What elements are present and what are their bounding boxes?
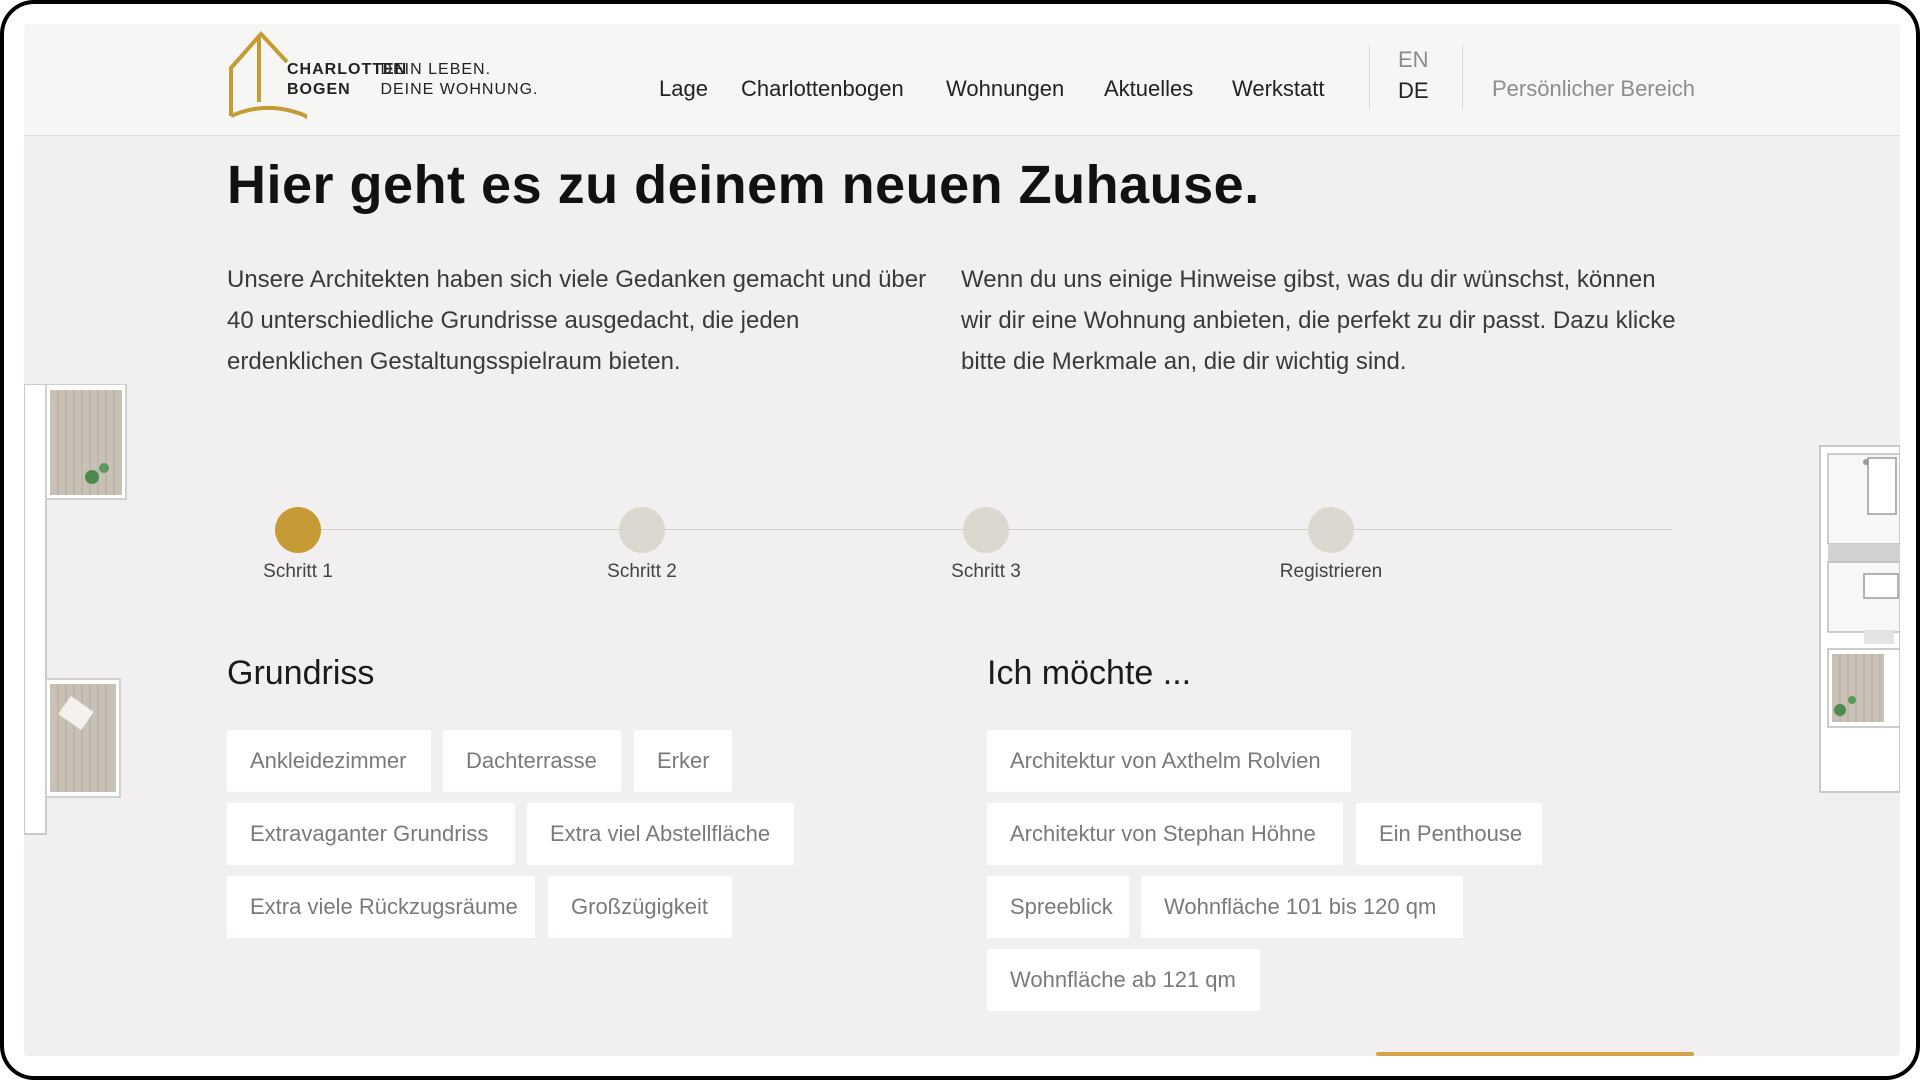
page-title: Hier geht es zu deinem neuen Zuhause. — [227, 155, 1260, 215]
step-progress: Schritt 1 Schritt 2 Schritt 3 Registrier… — [24, 484, 1900, 582]
tag-grosszuegigkeit[interactable]: Großzügigkeit — [548, 876, 732, 938]
nav-item-wohnungen[interactable]: Wohnungen — [946, 76, 1064, 102]
brand-wordmark: CHARLOTTEN DEIN LEBEN. BOGEN DEINE WOHNU… — [287, 60, 538, 100]
step-1[interactable]: Schritt 1 — [218, 484, 378, 582]
brand-logo[interactable]: CHARLOTTEN DEIN LEBEN. BOGEN DEINE WOHNU… — [227, 28, 557, 122]
tag-erker[interactable]: Erker — [634, 730, 732, 792]
lang-switch-en[interactable]: EN — [1398, 47, 1429, 73]
tag-architektur-stephan-hoehne[interactable]: Architektur von Stephan Höhne — [987, 803, 1343, 865]
step-label: Schritt 2 — [607, 561, 677, 582]
tag-extra-viel-abstellflaeche[interactable]: Extra viel Abstellfläche — [527, 803, 794, 865]
personal-area-link[interactable]: Persönlicher Bereich — [1492, 76, 1695, 102]
brand-tagline-line2: DEINE WOHNUNG. — [380, 81, 539, 98]
brand-tagline-line1: DEIN LEBEN. — [380, 61, 492, 78]
tag-architektur-axthelm-rolvien[interactable]: Architektur von Axthelm Rolvien — [987, 730, 1351, 792]
nav-item-lage[interactable]: Lage — [659, 76, 708, 102]
grundriss-heading: Grundriss — [227, 654, 375, 692]
step-dot-active — [275, 507, 321, 553]
tag-dachterrasse[interactable]: Dachterrasse — [443, 730, 621, 792]
nav-item-werkstatt[interactable]: Werkstatt — [1232, 76, 1325, 102]
tag-wohnflaeche-101-120[interactable]: Wohnfläche 101 bis 120 qm — [1141, 876, 1463, 938]
nav-divider — [1369, 46, 1370, 110]
lang-switch-de[interactable]: DE — [1398, 78, 1429, 104]
tag-penthouse[interactable]: Ein Penthouse — [1356, 803, 1542, 865]
nav-item-aktuelles[interactable]: Aktuelles — [1104, 76, 1193, 102]
intro-text-left: Unsere Architekten haben sich viele Geda… — [227, 266, 927, 375]
step-dot — [619, 507, 665, 553]
step-3[interactable]: Schritt 3 — [906, 484, 1066, 582]
lang-divider — [1462, 46, 1463, 110]
brand-name-line2: BOGEN — [287, 81, 351, 98]
brand-name-line1: CHARLOTTEN — [287, 61, 408, 78]
tag-ankleidezimmer[interactable]: Ankleidezimmer — [227, 730, 431, 792]
tag-wohnflaeche-ab-121[interactable]: Wohnfläche ab 121 qm — [987, 949, 1260, 1011]
tag-spreeblick[interactable]: Spreeblick — [987, 876, 1129, 938]
tag-extra-viele-rueckzugsraeume[interactable]: Extra viele Rückzugsräume — [227, 876, 535, 938]
wishes-heading: Ich möchte ... — [987, 654, 1192, 692]
tag-extravaganter-grundriss[interactable]: Extravaganter Grundriss — [227, 803, 515, 865]
intro-text-right: Wenn du uns einige Hinweise gibst, was d… — [961, 266, 1676, 375]
step-2[interactable]: Schritt 2 — [562, 484, 722, 582]
device-frame: CHARLOTTEN DEIN LEBEN. BOGEN DEINE WOHNU… — [0, 0, 1920, 1080]
site-header: CHARLOTTEN DEIN LEBEN. BOGEN DEINE WOHNU… — [24, 24, 1900, 136]
floorplan-left-decoration — [24, 384, 127, 835]
step-label: Registrieren — [1279, 561, 1383, 582]
nav-item-charlottenbogen[interactable]: Charlottenbogen — [741, 76, 904, 102]
screen: CHARLOTTEN DEIN LEBEN. BOGEN DEINE WOHNU… — [4, 4, 1916, 1076]
step-dot — [1308, 507, 1354, 553]
page-viewport: CHARLOTTEN DEIN LEBEN. BOGEN DEINE WOHNU… — [24, 24, 1900, 1056]
step-dot — [963, 507, 1009, 553]
step-label: Schritt 1 — [263, 561, 333, 582]
next-button-edge[interactable] — [1376, 1052, 1694, 1056]
step-label: Schritt 3 — [951, 561, 1021, 582]
step-register[interactable]: Registrieren — [1251, 484, 1411, 582]
